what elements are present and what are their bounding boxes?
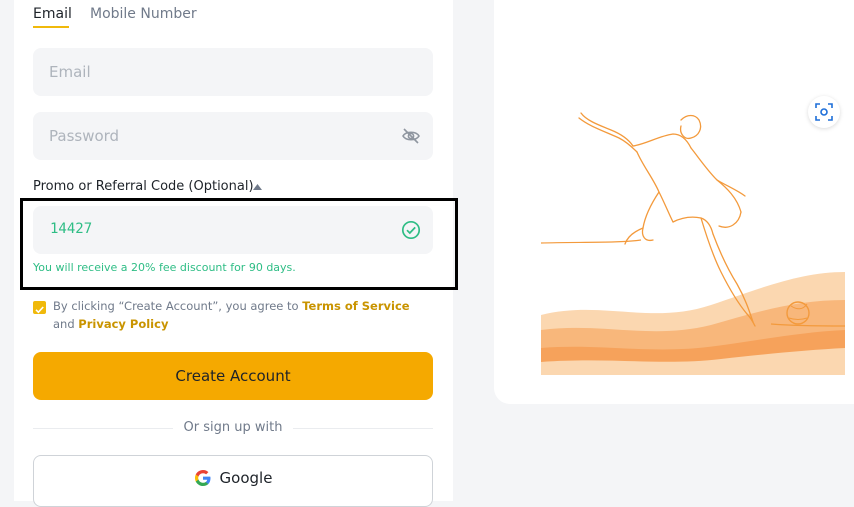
password-placeholder: Password bbox=[49, 127, 120, 145]
tab-mobile-number[interactable]: Mobile Number bbox=[90, 6, 197, 22]
tab-email[interactable]: Email bbox=[33, 6, 72, 22]
agreement-and: and bbox=[53, 317, 75, 331]
eye-slash-icon[interactable] bbox=[401, 126, 421, 146]
password-field[interactable]: Password bbox=[33, 112, 433, 160]
google-logo-icon bbox=[194, 470, 211, 486]
divider-line-right bbox=[293, 428, 433, 429]
privacy-policy-link[interactable]: Privacy Policy bbox=[78, 317, 168, 331]
email-placeholder: Email bbox=[49, 63, 91, 81]
email-field[interactable]: Email bbox=[33, 48, 433, 96]
caret-up-icon[interactable] bbox=[253, 183, 262, 190]
football-player-illustration bbox=[541, 112, 845, 375]
agreement-prefix: By clicking “Create Account”, you agree … bbox=[53, 299, 299, 313]
agreement-text: By clicking “Create Account”, you agree … bbox=[53, 297, 423, 333]
google-button-label: Google bbox=[219, 469, 273, 487]
promo-code-label[interactable]: Promo or Referral Code (Optional) bbox=[33, 179, 254, 194]
checkmark-icon bbox=[35, 306, 44, 314]
highlight-box bbox=[20, 198, 458, 290]
terms-of-service-link[interactable]: Terms of Service bbox=[302, 299, 409, 313]
agree-checkbox[interactable] bbox=[33, 301, 46, 314]
create-account-button[interactable]: Create Account bbox=[33, 352, 433, 400]
active-tab-indicator bbox=[33, 26, 69, 28]
google-signup-button[interactable]: Google bbox=[33, 455, 433, 507]
